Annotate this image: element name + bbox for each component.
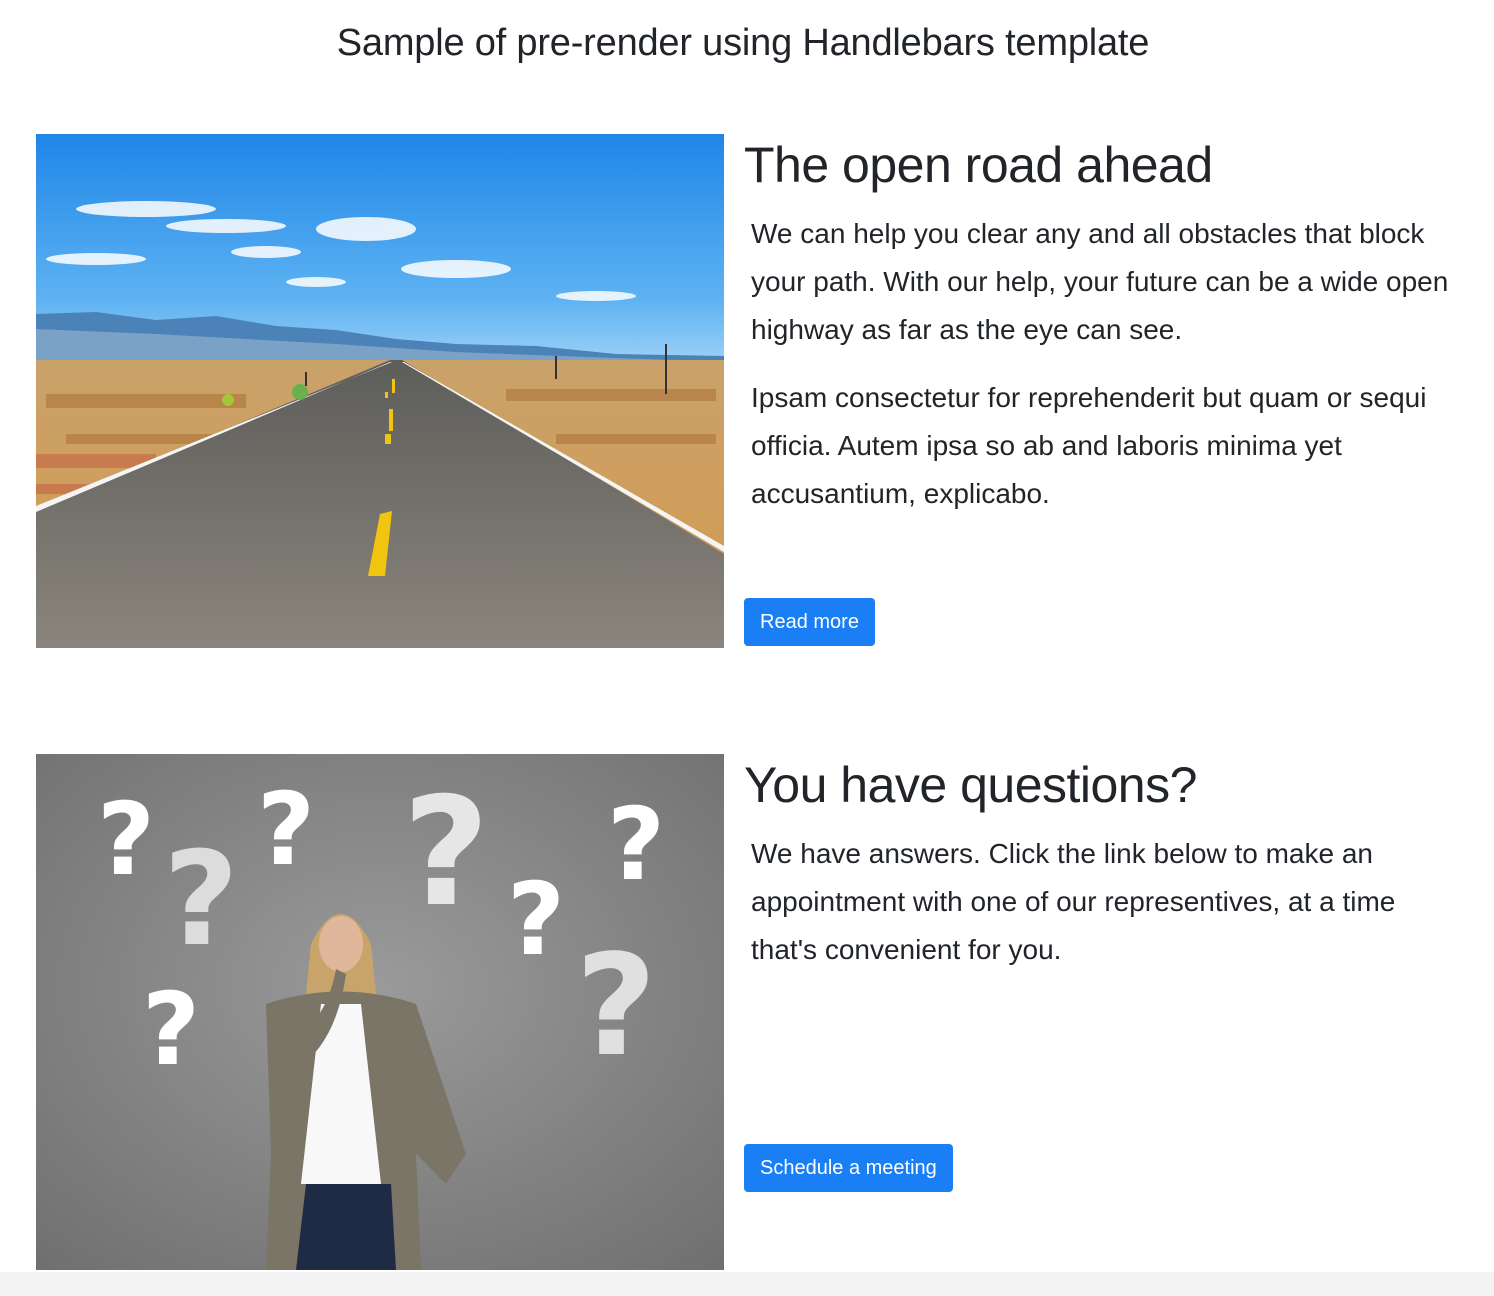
- svg-text:?: ?: [607, 786, 665, 903]
- card-heading: You have questions?: [744, 757, 1197, 813]
- road-image: [36, 134, 724, 648]
- card-heading: The open road ahead: [744, 137, 1213, 193]
- page-title: Sample of pre-render using Handlebars te…: [336, 22, 1150, 64]
- svg-text:?: ?: [142, 971, 200, 1088]
- card-paragraph: We have answers. Click the link below to…: [751, 838, 1396, 965]
- svg-text:?: ?: [402, 766, 489, 940]
- svg-text:?: ?: [163, 823, 238, 975]
- card-paragraph: We can help you clear any and all obstac…: [751, 218, 1449, 345]
- svg-text:?: ?: [97, 781, 155, 898]
- questions-image: ? ? ? ? ? ? ? ?: [36, 754, 724, 1270]
- card-paragraph: Ipsam consectetur for reprehenderit but …: [751, 382, 1427, 509]
- svg-text:?: ?: [507, 861, 565, 978]
- questions-card-body: You have questions? We have answers. Cli…: [744, 754, 1474, 1192]
- page-bottom-strip: [0, 1272, 1494, 1296]
- schedule-meeting-button[interactable]: Schedule a meeting: [744, 1144, 953, 1192]
- svg-text:?: ?: [257, 771, 315, 888]
- road-card-body: The open road ahead We can help you clea…: [744, 134, 1474, 646]
- read-more-button[interactable]: Read more: [744, 598, 875, 646]
- svg-text:?: ?: [575, 925, 656, 1088]
